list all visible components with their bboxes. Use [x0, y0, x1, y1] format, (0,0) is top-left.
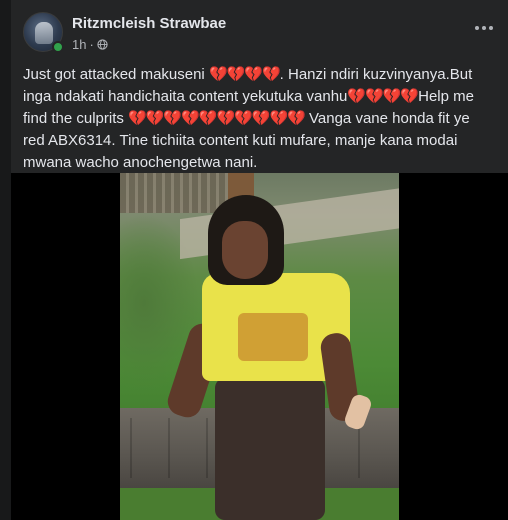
post-card: Ritzmcleish Strawbae 1h · Just got attac…: [11, 0, 508, 520]
globe-icon[interactable]: [97, 39, 108, 50]
more-options-button[interactable]: [470, 18, 498, 38]
meta-separator: ·: [89, 37, 94, 52]
post-text-line: Just got attacked makuseni 💔💔💔💔. Hanzi n…: [23, 66, 473, 83]
author-name[interactable]: Ritzmcleish Strawbae: [72, 15, 226, 32]
post-video[interactable]: [11, 173, 508, 520]
avatar-figure: [35, 22, 53, 44]
post-meta: 1h ·: [72, 37, 108, 52]
broken-heart-emoji: 💔💔💔💔💔💔💔💔💔💔: [128, 110, 306, 127]
broken-heart-emoji: 💔💔💔💔: [347, 88, 419, 105]
more-options-icon: [475, 26, 479, 30]
post-text-line: red ABX6314. Tine tichiita content kuti …: [23, 132, 458, 149]
online-status-icon: [52, 41, 64, 53]
broken-heart-emoji: 💔💔💔💔: [208, 66, 281, 83]
post-text-line: inga ndakati handichaita content yekutuk…: [23, 88, 474, 105]
post-header: Ritzmcleish Strawbae 1h ·: [23, 12, 508, 56]
post-time[interactable]: 1h: [72, 37, 86, 52]
video-frame[interactable]: [120, 173, 399, 520]
post-text-line: mwana wacho anochengetwa nani.: [23, 154, 258, 171]
post-text: Just got attacked makuseni 💔💔💔💔. Hanzi n…: [23, 64, 499, 174]
post-text-line: find the culprits 💔💔💔💔💔💔💔💔💔💔 Vanga vane …: [23, 110, 470, 127]
